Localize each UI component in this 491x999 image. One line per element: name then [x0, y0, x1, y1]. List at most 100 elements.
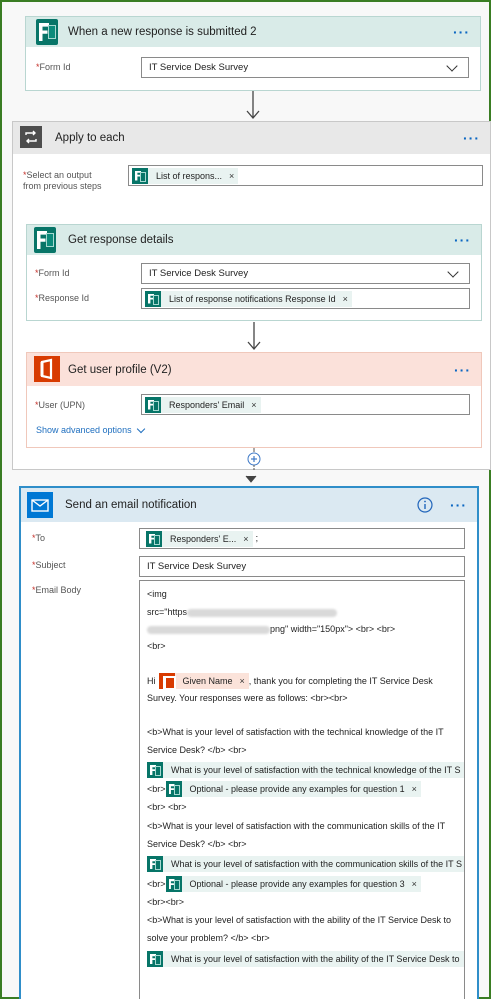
get-user-profile-card[interactable]: Get user profile (V2) ··· *User (UPN) Re…	[26, 352, 482, 448]
question-2-token[interactable]: What is your level of satisfaction with …	[147, 856, 464, 872]
body-line: What is your level of satisfaction with …	[147, 856, 464, 875]
loop-icon	[20, 126, 42, 148]
forms-icon	[147, 856, 163, 872]
send-email-card[interactable]: Send an email notification ··· *To Respo…	[19, 486, 479, 999]
chevron-down-icon	[447, 266, 459, 278]
body-line: <b>What is your level of satisfaction wi…	[147, 821, 446, 831]
br-text: <br>	[147, 878, 166, 889]
get-response-header[interactable]: Get response details ···	[27, 225, 481, 255]
body-line: <b>What is your level of satisfaction wi…	[147, 727, 444, 737]
show-advanced-options-link[interactable]: Show advanced options	[36, 424, 145, 435]
form-id-value: IT Service Desk Survey	[149, 62, 249, 73]
apply-to-each-card[interactable]: Apply to each ··· *Select an output from…	[12, 121, 491, 470]
user-upn-field[interactable]: Responders' Email ×	[141, 394, 470, 415]
forms-icon	[147, 951, 163, 967]
given-name-token[interactable]: Given Name ×	[158, 673, 249, 690]
form-id-dropdown[interactable]: IT Service Desk Survey	[141, 57, 469, 78]
src-suffix: png" width="150px"> <br> <br>	[270, 624, 396, 634]
apply-to-each-header[interactable]: Apply to each ···	[13, 122, 490, 154]
body-line: What is your level of satisfaction with …	[147, 951, 464, 970]
office-icon	[34, 356, 60, 382]
more-options-icon[interactable]: ···	[450, 498, 467, 512]
get-response-card[interactable]: Get response details ··· *Form Id IT Ser…	[26, 224, 482, 321]
body-line: <br> Optional - please provide any examp…	[147, 781, 421, 797]
question-1-token[interactable]: What is your level of satisfaction with …	[147, 762, 464, 778]
token-label: Responders' E...	[170, 533, 237, 544]
forms-icon	[145, 290, 161, 307]
forms-icon	[165, 876, 182, 892]
remove-token-icon[interactable]: ×	[240, 676, 245, 687]
add-step-icon[interactable]	[244, 448, 264, 470]
responders-email-token[interactable]: Responders' E... ×	[146, 530, 253, 547]
body-line: src="https	[147, 607, 337, 618]
flow-canvas: When a new response is submitted 2 ··· *…	[0, 0, 491, 999]
redacted-url	[147, 625, 270, 634]
subject-value: IT Service Desk Survey	[147, 561, 247, 572]
send-email-title: Send an email notification	[65, 499, 197, 511]
question-3-token[interactable]: What is your level of satisfaction with …	[147, 951, 464, 967]
mail-icon	[27, 492, 53, 518]
body-line: Survey. Your responses were as follows: …	[147, 693, 348, 703]
forms-icon	[146, 530, 162, 547]
token-label: List of respons...	[156, 170, 223, 181]
info-icon[interactable]	[417, 497, 433, 513]
to-field[interactable]: Responders' E... × ;	[139, 528, 465, 549]
remove-token-icon[interactable]: ×	[251, 400, 256, 410]
forms-icon	[34, 227, 56, 253]
forms-icon	[36, 19, 58, 45]
advanced-options-label: Show advanced options	[36, 425, 132, 435]
response-id-token[interactable]: List of response notifications Response …	[145, 290, 352, 307]
remove-token-icon[interactable]: ×	[343, 294, 348, 304]
body-line: What is your level of satisfaction with …	[147, 762, 464, 781]
responders-email-token[interactable]: Responders' Email ×	[145, 396, 261, 413]
forms-icon	[147, 762, 163, 778]
select-output-field[interactable]: List of respons... ×	[128, 165, 483, 186]
optional-question-3-token[interactable]: Optional - please provide any examples f…	[165, 876, 421, 892]
apply-to-each-title: Apply to each	[55, 132, 125, 144]
response-id-label: *Response Id	[35, 293, 90, 303]
trigger-card[interactable]: When a new response is submitted 2 ··· *…	[25, 16, 481, 91]
form-id-dropdown[interactable]: IT Service Desk Survey	[141, 263, 470, 284]
token-label: Responders' Email	[169, 399, 245, 410]
trigger-title: When a new response is submitted 2	[68, 26, 257, 38]
chevron-down-icon	[136, 424, 145, 433]
more-options-icon[interactable]: ···	[454, 363, 471, 377]
email-body-editor[interactable]: <img src="https png" width="150px"> <br>…	[139, 580, 465, 999]
token-label: Optional - please provide any examples f…	[189, 783, 405, 794]
form-id-label: *Form Id	[35, 268, 70, 278]
form-id-label: *Form Id	[36, 62, 71, 72]
body-line: solve your problem? </b> <br>	[147, 933, 270, 943]
body-line: <br> Optional - please provide any examp…	[147, 876, 421, 892]
token-label: What is your level of satisfaction with …	[171, 953, 460, 964]
greeting-text: Hi	[147, 675, 156, 686]
get-user-profile-header[interactable]: Get user profile (V2) ···	[27, 353, 481, 386]
list-of-responses-token[interactable]: List of respons... ×	[132, 167, 239, 184]
body-line: <br><br>	[147, 897, 185, 907]
subject-field[interactable]: IT Service Desk Survey	[139, 556, 465, 577]
more-options-icon[interactable]: ···	[454, 233, 471, 247]
more-options-icon[interactable]: ···	[453, 25, 470, 39]
token-label: What is your level of satisfaction with …	[171, 858, 462, 869]
more-options-icon[interactable]: ···	[463, 131, 480, 145]
remove-token-icon[interactable]: ×	[412, 784, 417, 795]
select-output-label: *Select an output from previous steps	[23, 170, 102, 191]
trigger-header[interactable]: When a new response is submitted 2 ···	[26, 17, 480, 47]
body-line: png" width="150px"> <br> <br>	[147, 624, 395, 635]
response-id-field[interactable]: List of response notifications Response …	[141, 288, 470, 309]
remove-token-icon[interactable]: ×	[412, 879, 417, 890]
token-label: Optional - please provide any examples f…	[189, 878, 405, 889]
body-line: Service Desk? </b> <br>	[147, 745, 247, 755]
subject-label: *Subject	[32, 560, 66, 570]
send-email-header[interactable]: Send an email notification ···	[21, 488, 477, 522]
optional-question-1-token[interactable]: Optional - please provide any examples f…	[165, 781, 421, 797]
remove-token-icon[interactable]: ×	[229, 171, 234, 181]
br-text: <br>	[147, 783, 166, 794]
token-label: Given Name	[182, 675, 233, 686]
forms-icon	[132, 167, 148, 184]
forms-icon	[145, 396, 161, 413]
redacted-url	[186, 608, 337, 617]
chevron-down-icon	[446, 60, 458, 72]
body-line: <br>	[147, 641, 166, 651]
remove-token-icon[interactable]: ×	[243, 534, 248, 544]
flow-arrow-icon	[246, 91, 260, 119]
